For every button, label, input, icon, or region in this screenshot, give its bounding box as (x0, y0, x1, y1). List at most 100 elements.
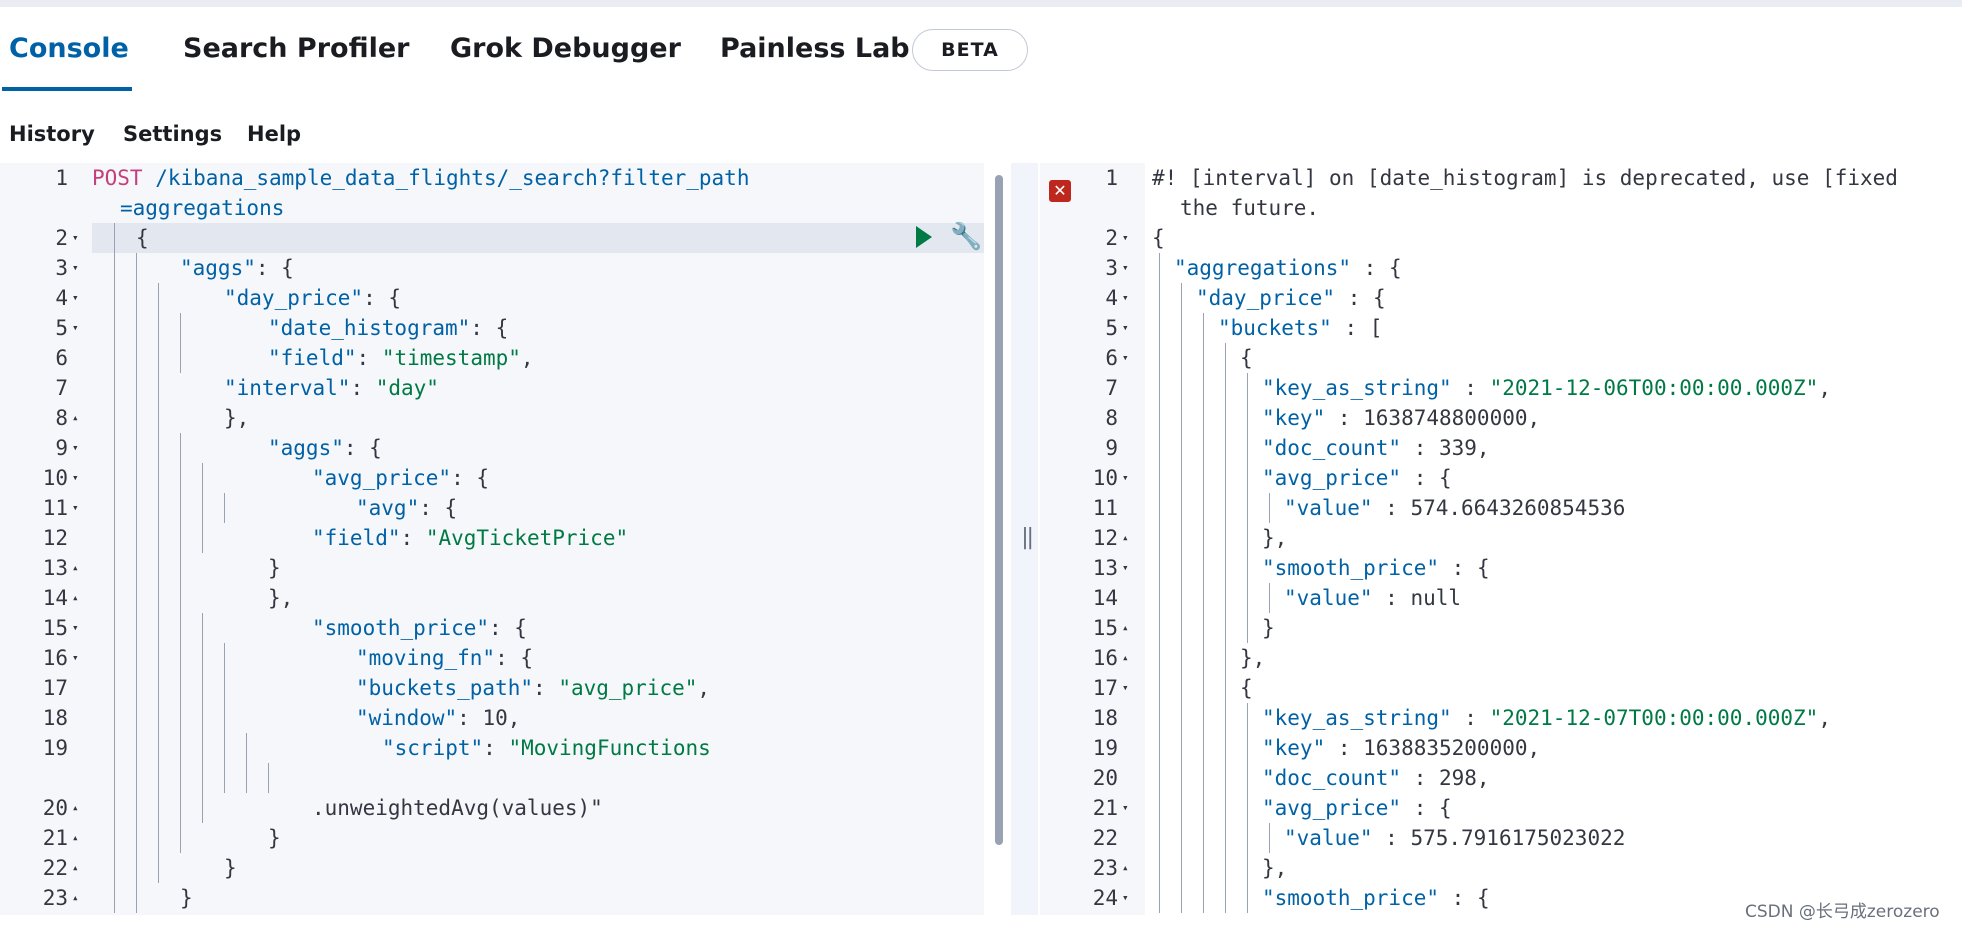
fold-collapse-icon[interactable]: ▾ (72, 313, 79, 343)
indent-guide (136, 673, 137, 703)
fold-expand-icon[interactable]: ▴ (1122, 853, 1129, 883)
indent-guide (180, 763, 181, 793)
fold-expand-icon[interactable]: ▴ (1122, 613, 1129, 643)
indent-guide (1159, 253, 1160, 283)
fold-collapse-icon[interactable]: ▾ (72, 493, 79, 523)
play-icon[interactable] (916, 226, 932, 248)
indent-guide (1159, 283, 1160, 313)
fold-collapse-icon[interactable]: ▾ (1122, 283, 1129, 313)
indent-guide (180, 673, 181, 703)
code-text: "script": "MovingFunctions (382, 736, 711, 760)
indent-guide (136, 403, 137, 433)
code-text: .unweightedAvg(values)" (312, 796, 603, 820)
fold-collapse-icon[interactable]: ▾ (1122, 793, 1129, 823)
fold-expand-icon[interactable]: ▴ (72, 553, 79, 583)
fold-collapse-icon[interactable]: ▾ (1122, 553, 1129, 583)
code-line: }, (224, 403, 249, 433)
request-scrollbar[interactable] (995, 175, 1003, 845)
fold-collapse-icon[interactable]: ▾ (72, 283, 79, 313)
fold-expand-icon[interactable]: ▴ (72, 793, 79, 823)
warning-text: #! [interval] on [date_histogram] is dep… (1152, 166, 1898, 190)
code-text: "key" : 1638835200000, (1262, 736, 1541, 760)
code-line: "field": "timestamp", (268, 343, 534, 373)
code-line: "day_price" : { (1196, 283, 1386, 313)
code-text: "interval": "day" (224, 376, 439, 400)
indent-guide (1247, 703, 1248, 733)
indent-guide (1203, 313, 1204, 343)
code-text: } (268, 556, 281, 580)
fold-collapse-icon[interactable]: ▾ (1122, 343, 1129, 373)
fold-collapse-icon[interactable]: ▾ (72, 643, 79, 673)
code-line: }, (1262, 523, 1287, 553)
fold-collapse-icon[interactable]: ▾ (1122, 313, 1129, 343)
code-text: "doc_count" : 339, (1262, 436, 1490, 460)
fold-collapse-icon[interactable]: ▾ (1122, 223, 1129, 253)
indent-guide (224, 493, 225, 523)
indent-guide (136, 883, 137, 913)
fold-collapse-icon[interactable]: ▾ (72, 463, 79, 493)
fold-expand-icon[interactable]: ▴ (72, 823, 79, 853)
help-button[interactable]: Help (247, 122, 301, 146)
fold-collapse-icon[interactable]: ▾ (72, 433, 79, 463)
settings-button[interactable]: Settings (123, 122, 222, 146)
line-number: 18 (42, 706, 68, 730)
line-number: 2 (55, 226, 68, 250)
wrench-icon[interactable]: 🔧 (950, 222, 982, 252)
line-number: 3 (1105, 256, 1118, 280)
indent-guide (114, 343, 115, 373)
fold-collapse-icon[interactable]: ▾ (72, 253, 79, 283)
code-text: "avg_price": { (312, 466, 490, 490)
indent-guide (1225, 403, 1226, 433)
indent-guide (1159, 343, 1160, 373)
code-text: "buckets" : [ (1218, 316, 1383, 340)
line-number: 22 (42, 856, 68, 880)
fold-collapse-icon[interactable]: ▾ (1122, 673, 1129, 703)
indent-guide (1159, 883, 1160, 913)
indent-guide (158, 613, 159, 643)
indent-guide (202, 463, 203, 493)
indent-guide (180, 523, 181, 553)
tab-painless-lab[interactable]: Painless Lab (720, 33, 910, 64)
tab-search-profiler[interactable]: Search Profiler (183, 33, 409, 64)
indent-guide (114, 463, 115, 493)
drag-handle-icon[interactable]: ‖ (1021, 525, 1034, 550)
indent-guide (158, 763, 159, 793)
indent-guide (114, 763, 115, 793)
tab-grok-debugger[interactable]: Grok Debugger (450, 33, 681, 64)
fold-collapse-icon[interactable]: ▾ (1122, 463, 1129, 493)
indent-guide (1159, 733, 1160, 763)
indent-guide (268, 763, 269, 793)
fold-expand-icon[interactable]: ▴ (72, 883, 79, 913)
line-number: 21 (42, 826, 68, 850)
fold-collapse-icon[interactable]: ▾ (72, 223, 79, 253)
indent-guide (136, 853, 137, 883)
code-text: "avg_price" : { (1262, 466, 1452, 490)
indent-guide (136, 493, 137, 523)
response-viewer: 1 2 ▾ 3 ▾ 4 ▾ 5 ▾ 6 ▾ 7 8 9 10 ▾ 11 12 ▴ 13 ▾ 14 15 ▴ 16 ▴ 17 ▾ 18 19… (1040, 163, 1962, 915)
fold-expand-icon[interactable]: ▴ (72, 853, 79, 883)
line-number: 18 (1092, 706, 1118, 730)
fold-collapse-icon[interactable]: ▾ (1122, 253, 1129, 283)
indent-guide (180, 343, 181, 373)
fold-expand-icon[interactable]: ▴ (72, 403, 79, 433)
history-button[interactable]: History (9, 122, 95, 146)
code-line: { (136, 223, 149, 253)
line-number: 11 (1092, 496, 1118, 520)
fold-expand-icon[interactable]: ▴ (1122, 643, 1129, 673)
request-path-wrap: =aggregations (120, 193, 284, 223)
request-editor[interactable]: 1 2 ▾ 3 ▾ 4 ▾ 5 ▾ 6 7 8 ▴ 9 ▾ 10 ▾ 11 ▾ 12 13 ▴ 14 ▴ 15 ▾ 16 ▾ 17 18 1… (0, 163, 1007, 915)
code-line: "value" : 575.7916175023022 (1284, 823, 1625, 853)
fold-collapse-icon[interactable]: ▾ (1122, 883, 1129, 913)
indent-guide (202, 493, 203, 523)
fold-collapse-icon[interactable]: ▾ (72, 613, 79, 643)
fold-expand-icon[interactable]: ▴ (1122, 523, 1129, 553)
indent-guide (114, 493, 115, 523)
indent-guide (1225, 553, 1226, 583)
fold-expand-icon[interactable]: ▴ (72, 583, 79, 613)
tab-console[interactable]: Console (9, 33, 129, 64)
indent-guide (1203, 733, 1204, 763)
indent-guide (158, 673, 159, 703)
request-code[interactable]: POST /kibana_sample_data_flights/_search… (92, 163, 984, 915)
indent-guide (1247, 613, 1248, 643)
code-text: "aggregations" : { (1174, 256, 1402, 280)
